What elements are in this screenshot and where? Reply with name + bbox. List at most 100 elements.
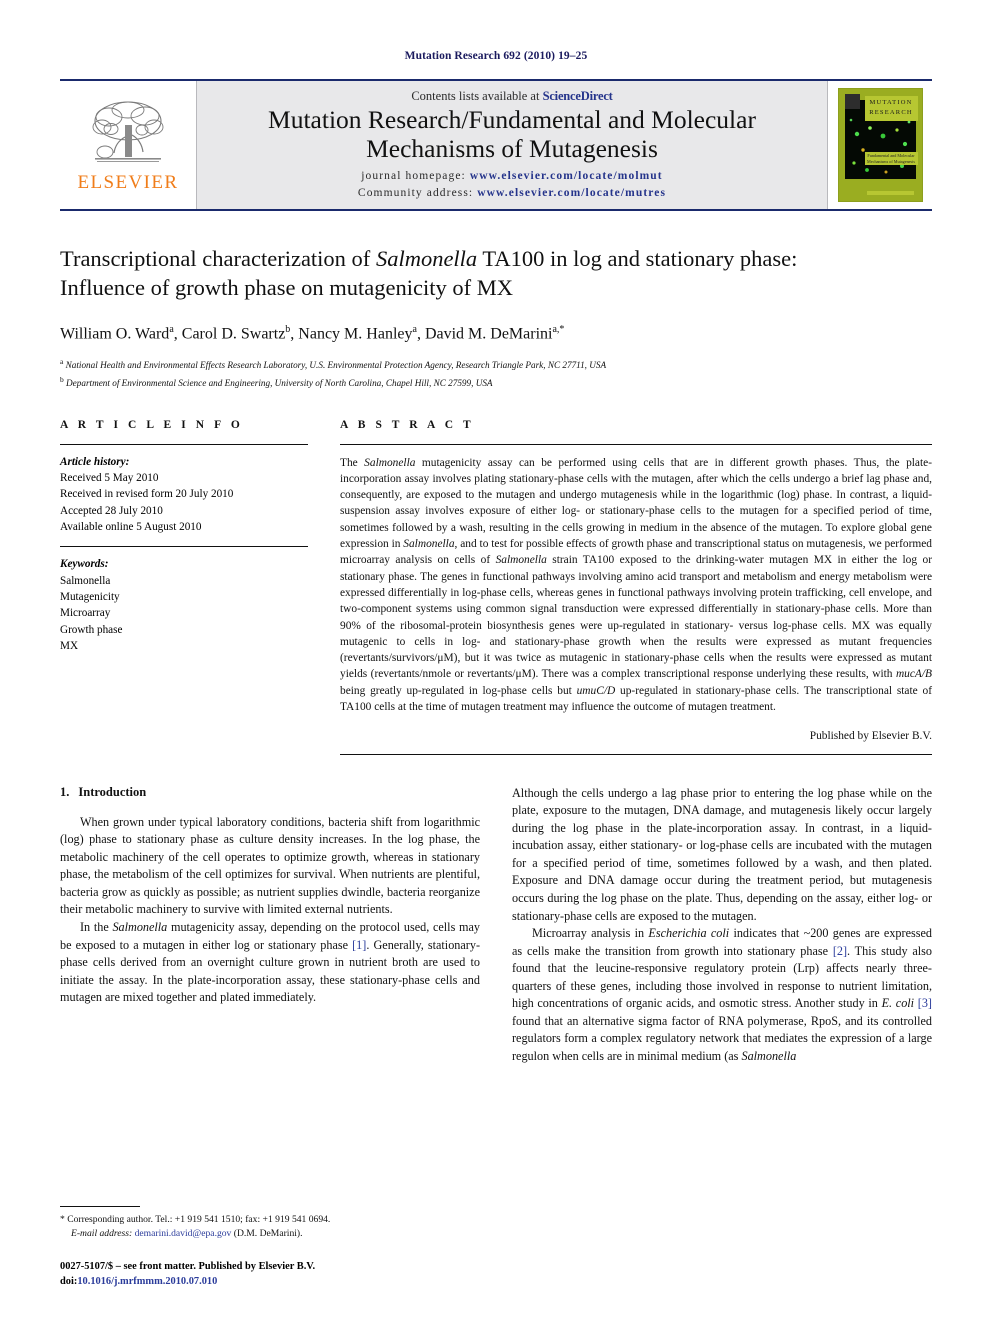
title-line-2: Influence of growth phase on mutagenicit…: [60, 274, 513, 300]
body-paragraph: Microarray analysis in Escherichia coli …: [512, 925, 932, 1066]
italic-term: Salmonella: [741, 1049, 797, 1064]
citation-reference[interactable]: [3]: [918, 996, 932, 1010]
article-history-items: Received 5 May 2010 Received in revised f…: [60, 470, 308, 535]
journal-cover-thumbnail: MUTATION RESEARCH Fundamental and Molecu…: [837, 88, 923, 202]
journal-title-line-2: Mechanisms of Mutagenesis: [366, 133, 658, 163]
journal-title: Mutation Research/Fundamental and Molecu…: [197, 105, 827, 163]
email-link[interactable]: demarini.david@epa.gov: [135, 1228, 232, 1239]
author-list: William O. Warda, Carol D. Swartzb, Nanc…: [60, 324, 565, 343]
masthead-center: Contents lists available at ScienceDirec…: [196, 81, 828, 209]
affiliation-item: a National Health and Environmental Effe…: [60, 357, 607, 371]
italic-term: Salmonella: [364, 456, 416, 469]
text-run: mutagenicity assay can be performed usin…: [340, 456, 932, 551]
email-label: E-mail address:: [71, 1228, 133, 1240]
title-part-2: TA100 in log and stationary phase:: [477, 246, 798, 271]
body-column-left: 1. Introduction When grown under typical …: [60, 785, 480, 1066]
article-history-item: Received 5 May 2010: [60, 471, 159, 484]
cover-subtitle-line-1: Fundamental and Molecular: [867, 153, 915, 158]
cover-publisher-mark: [844, 94, 860, 109]
text-run: When grown under typical laboratory cond…: [60, 814, 480, 917]
abstract-text: The Salmonella mutagenicity assay can be…: [340, 445, 932, 716]
running-head: Mutation Research 692 (2010) 19–25: [404, 50, 588, 62]
keywords-items: Salmonella Mutagenicity Microarray Growth p…: [60, 573, 308, 655]
title-block: Transcriptional characterization of Salm…: [60, 245, 932, 391]
community-url-link[interactable]: www.elsevier.com/locate/mutres: [477, 187, 666, 199]
cover-footer-band: [866, 191, 914, 195]
doi-label: doi:: [60, 1276, 78, 1288]
footnote-area: * Corresponding author. Tel.: +1 919 541…: [60, 1206, 480, 1290]
article-history-item: Received in revised form 20 July 2010: [60, 488, 234, 501]
citation-reference[interactable]: [2]: [833, 944, 847, 958]
abstract-published-by: Published by Elsevier B.V.: [809, 730, 932, 743]
italic-term: mucA/B: [895, 668, 932, 681]
body-paragraph: Although the cells undergo a lag phase p…: [512, 785, 932, 926]
masthead-bottom-rule: [60, 209, 932, 211]
title-organism: Salmonella: [375, 246, 478, 271]
author-affiliation-marker: a,*: [552, 324, 565, 336]
page-title: Transcriptional characterization of Salm…: [60, 245, 932, 302]
italic-term: umuC/D: [576, 684, 616, 697]
intro-right-paragraphs: Although the cells undergo a lag phase p…: [512, 785, 932, 1066]
author-name: Nancy M. Hanley: [298, 325, 413, 343]
cover-title-line-2: RESEARCH: [869, 108, 913, 116]
cover-subtitle-band: Fundamental and Molecular Mechanisms of …: [864, 152, 918, 166]
doi-line: doi:10.1016/j.mrfmmm.2010.07.010: [60, 1274, 480, 1290]
community-address-line: Community address: www.elsevier.com/loca…: [197, 185, 827, 202]
keyword-item: Mutagenicity: [60, 590, 120, 603]
elsevier-wordmark: ELSEVIER: [77, 171, 179, 193]
contents-prefix: Contents lists available at: [411, 89, 543, 103]
title-part-1: Transcriptional characterization of: [60, 246, 376, 271]
section-number: 1.: [60, 784, 70, 799]
journal-homepage-line: journal homepage: www.elsevier.com/locat…: [197, 168, 827, 185]
abstract-column: A B S T R A C T The Salmonella mutagenic…: [340, 419, 932, 755]
author-name: David M. DeMarini: [424, 325, 553, 343]
corresponding-author-note: * Corresponding author. Tel.: +1 919 541…: [60, 1213, 480, 1242]
author-name: Carol D. Swartz: [181, 325, 286, 343]
community-label: Community address:: [357, 187, 474, 200]
affiliation-item: b Department of Environmental Science an…: [60, 374, 493, 388]
issn-and-doi: 0027-5107/$ – see front matter. Publishe…: [60, 1259, 480, 1290]
body-paragraph: In the Salmonella mutagenicity assay, de…: [60, 919, 480, 1007]
author-affiliation-marker: a: [169, 324, 174, 336]
footnote-corresponding-text: Corresponding author. Tel.: +1 919 541 1…: [64, 1214, 331, 1225]
article-history-item: Available online 5 August 2010: [60, 520, 202, 533]
doi-link[interactable]: 10.1016/j.mrfmmm.2010.07.010: [77, 1276, 217, 1287]
section-heading-introduction: 1. Introduction: [60, 785, 480, 800]
text-run: Microarray analysis in: [532, 926, 649, 941]
italic-term: Salmonella: [112, 919, 168, 934]
article-history-label: Article history:: [60, 455, 130, 468]
article-history-item: Accepted 28 July 2010: [60, 504, 163, 517]
publisher-logo: ELSEVIER: [60, 81, 196, 209]
body-column-right: Although the cells undergo a lag phase p…: [512, 785, 932, 1066]
journal-title-line-1: Mutation Research/Fundamental and Molecu…: [268, 105, 756, 134]
footnote-rule: [60, 1206, 140, 1207]
contents-available-line: Contents lists available at ScienceDirec…: [197, 89, 827, 104]
keyword-item: Growth phase: [60, 623, 123, 636]
homepage-label: journal homepage:: [361, 170, 466, 183]
italic-term: Salmonella: [403, 538, 455, 551]
author-name: William O. Ward: [60, 325, 170, 343]
footnote-email-line: E-mail address: demarini.david@epa.gov (…: [60, 1227, 480, 1241]
journal-cover-container: MUTATION RESEARCH Fundamental and Molecu…: [828, 81, 932, 209]
cover-title-band: MUTATION RESEARCH: [864, 96, 918, 121]
body-columns: 1. Introduction When grown under typical …: [60, 785, 932, 1066]
keywords-group: Keywords: Salmonella Mutagenicity Microarr…: [60, 547, 308, 665]
article-info-heading: A R T I C L E I N F O: [60, 418, 244, 431]
body-paragraph: When grown under typical laboratory cond…: [60, 814, 480, 919]
article-info-column: A R T I C L E I N F O Article history: R…: [60, 419, 308, 755]
cover-title-line-1: MUTATION: [869, 99, 913, 106]
italic-term: E. coli: [881, 996, 915, 1011]
keyword-item: MX: [60, 639, 79, 652]
homepage-url-link[interactable]: www.elsevier.com/locate/molmut: [470, 170, 663, 182]
section-title-text: Introduction: [78, 784, 147, 799]
article-page: Mutation Research 692 (2010) 19–25 ELSEV…: [0, 0, 992, 1323]
text-run: In the: [80, 919, 113, 934]
sciencedirect-link[interactable]: ScienceDirect: [543, 89, 613, 103]
elsevier-tree-icon: [92, 100, 164, 162]
info-and-abstract: A R T I C L E I N F O Article history: R…: [60, 419, 932, 755]
cover-subtitle-line-2: Mechanisms of Mutagenesis: [867, 158, 915, 164]
italic-term: Escherichia coli: [648, 926, 730, 941]
citation-reference[interactable]: [1]: [352, 938, 366, 952]
intro-left-paragraphs: When grown under typical laboratory cond…: [60, 814, 480, 1007]
email-suffix: (D.M. DeMarini).: [231, 1228, 303, 1240]
